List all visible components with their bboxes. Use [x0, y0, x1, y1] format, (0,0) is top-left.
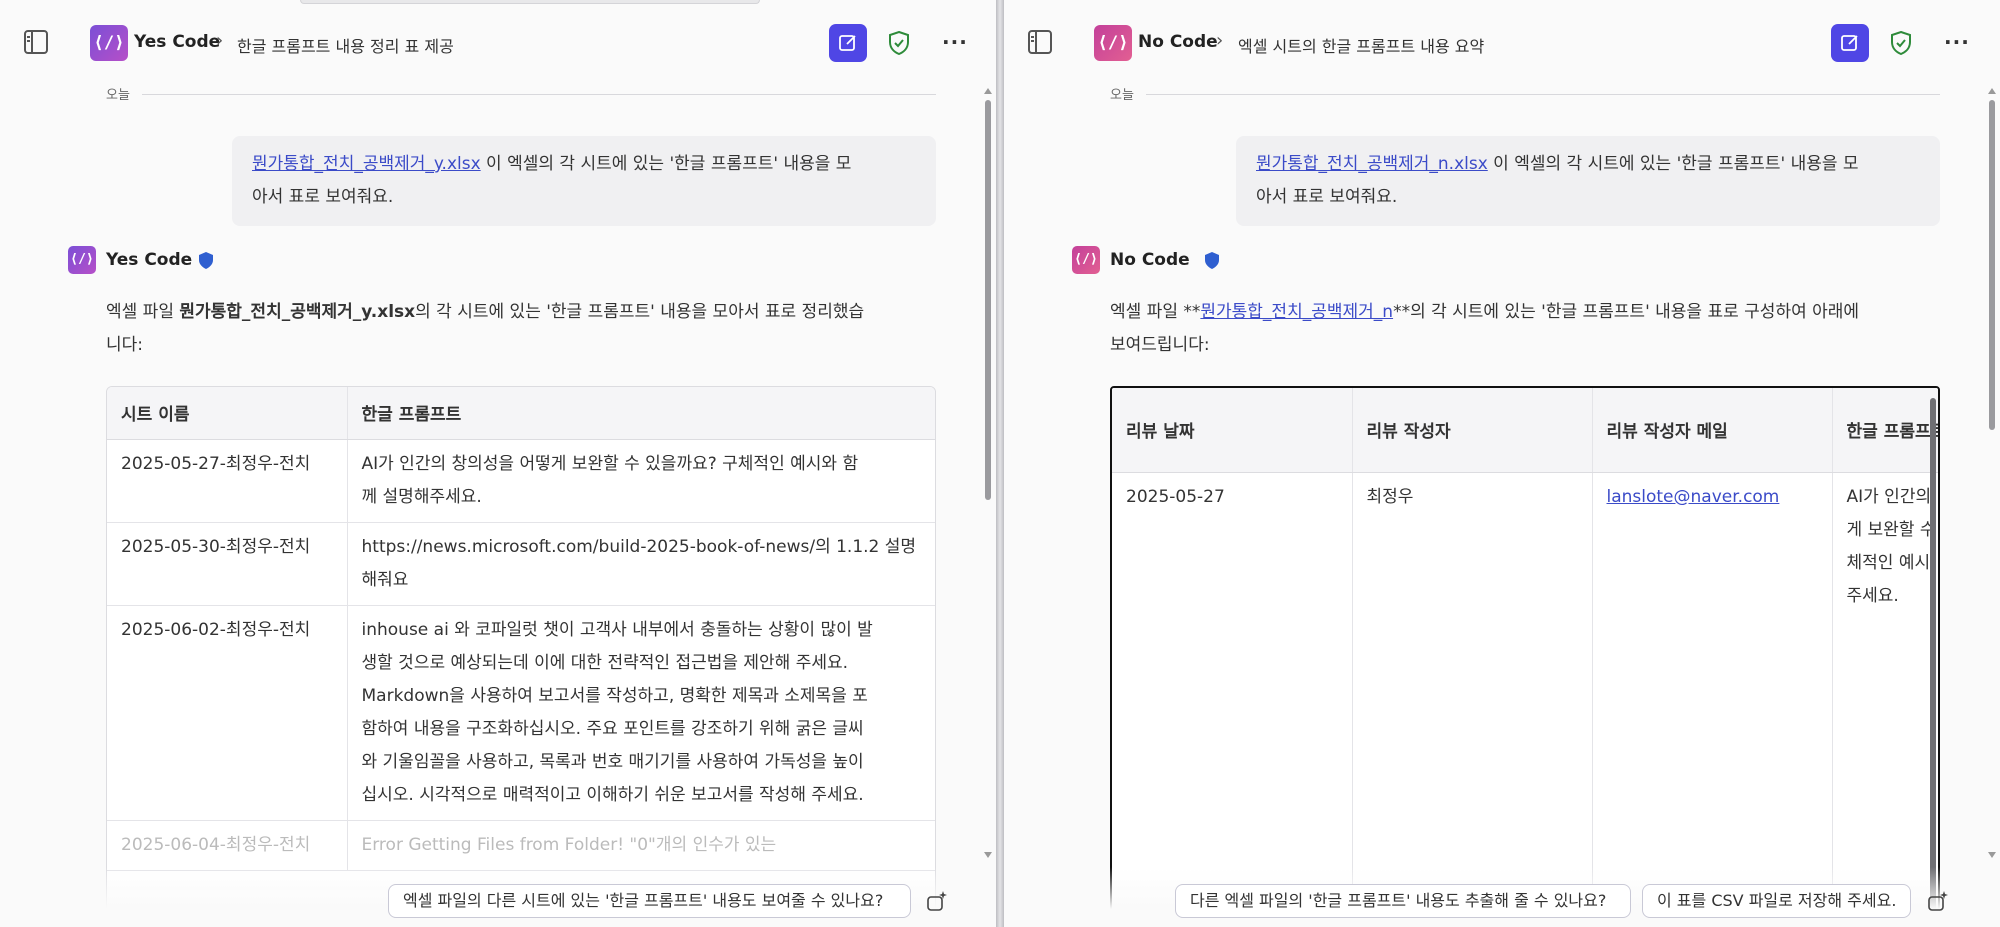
prompt-cell: AI가 인간의 게 보완할 수 체적인 예시 주세요.: [1831, 472, 1938, 927]
chevron-right-icon: ›: [1216, 30, 1224, 51]
table-row: 2025-06-02-최정우-전치 inhouse ai 와 코파일럿 챗이 고…: [107, 605, 935, 821]
column-header: 리뷰 작성자: [1351, 388, 1592, 473]
edit-icon: [839, 35, 856, 51]
scroll-down-icon[interactable]: [984, 852, 992, 858]
sparkle-icon[interactable]: [925, 889, 951, 913]
table-row: 2025-05-30-최정우-전치 https://news.microsoft…: [107, 522, 935, 606]
column-header: 리뷰 날짜: [1112, 388, 1352, 473]
scrollbar[interactable]: [984, 88, 992, 858]
edit-icon: [1841, 35, 1858, 51]
bot-reply-text: 엑셀 파일 뭔가통합_전치_공백제거_y.xlsx의 각 시트에 있는 '한글 …: [106, 302, 865, 355]
suggestion-bar: 다른 엑셀 파일의 '한글 프롬프트' 내용도 추출해 줄 수 있나요? 이 표…: [1004, 884, 2000, 918]
pane-divider[interactable]: [996, 0, 1004, 927]
column-header: 리뷰 작성자 메일: [1591, 388, 1832, 473]
new-chat-button[interactable]: [829, 24, 867, 62]
table-scrollbar[interactable]: [1930, 398, 1936, 927]
column-header: 시트 이름: [107, 387, 347, 440]
table-row: 2025-05-27-최정우-전치 AI가 인간의 창의성을 어떻게 보완할 수…: [107, 439, 935, 523]
conversation-title[interactable]: 엑셀 시트의 한글 프롬프트 내용 요약: [1238, 33, 1484, 57]
prompt-cell: inhouse ai 와 코파일럿 챗이 고객사 내부에서 충돌하는 상황이 많…: [346, 605, 935, 821]
sidebar-toggle-icon[interactable]: [1028, 30, 1052, 54]
shield-badge-icon: [198, 252, 214, 269]
no-code-avatar-icon: ⟨/⟩: [1072, 246, 1100, 274]
prompt-cell: https://news.microsoft.com/build-2025-bo…: [346, 522, 935, 606]
more-options-icon[interactable]: ···: [1944, 30, 1970, 54]
shield-check-icon[interactable]: [888, 30, 912, 57]
conversation-title[interactable]: 한글 프롬프트 내용 정리 표 제공: [237, 33, 454, 57]
chat-header: ⟨/⟩ Yes Code › 한글 프롬프트 내용 정리 표 제공 ···: [0, 0, 996, 84]
new-chat-button[interactable]: [1831, 24, 1869, 62]
scrollbar[interactable]: [1988, 88, 1996, 858]
suggestion-chip[interactable]: 다른 엑셀 파일의 '한글 프롬프트' 내용도 추출해 줄 수 있나요?: [1175, 884, 1631, 918]
scroll-thumb[interactable]: [985, 100, 991, 500]
prompt-cell: AI가 인간의 창의성을 어떻게 보완할 수 있을까요? 구체적인 예시와 함께…: [346, 439, 935, 523]
sheet-name-cell: 2025-05-27-최정우-전치: [107, 439, 347, 523]
no-code-logo-icon: ⟨/⟩: [1094, 25, 1132, 61]
prompt-cell: Error Getting Files from Folder! "0"개의 인…: [346, 820, 935, 871]
review-date-cell: 2025-05-27: [1126, 486, 1225, 507]
bot-name: Yes Code: [106, 250, 193, 270]
date-separator: 오늘: [106, 84, 936, 104]
yes-code-avatar-icon: ⟨/⟩: [68, 246, 96, 274]
sidebar-toggle-icon[interactable]: [24, 30, 48, 54]
table-row: 2025-06-04-최정우-전치 Error Getting Files fr…: [107, 820, 935, 871]
chat-header: ⟨/⟩ No Code › 엑셀 시트의 한글 프롬프트 내용 요약 ···: [1004, 0, 2000, 84]
sheet-name-cell: 2025-05-30-최정우-전치: [107, 522, 347, 606]
prompt-table: 시트 이름 한글 프롬프트 2025-05-27-최정우-전치 AI가 인간의 …: [106, 386, 936, 927]
email-link[interactable]: lanslote@naver.com: [1607, 487, 1780, 507]
sparkle-icon[interactable]: [1926, 889, 1952, 913]
agent-name[interactable]: No Code: [1138, 32, 1218, 52]
suggestion-chip[interactable]: 이 표를 CSV 파일로 저장해 주세요.: [1642, 884, 1911, 918]
shield-check-icon[interactable]: [1890, 30, 1914, 57]
table-row: 2025-05-27 최정우 lanslote@naver.com AI가 인간…: [1112, 472, 1938, 927]
bot-reply-text: 엑셀 파일 **뭔가통합_전치_공백제거_n**의 각 시트에 있는 '한글 프…: [1110, 302, 1860, 355]
chevron-right-icon: ›: [216, 30, 224, 51]
column-header: 한글 프롬프트: [1831, 388, 1938, 473]
scroll-down-icon[interactable]: [1988, 852, 1996, 858]
suggestion-chip[interactable]: 엑셀 파일의 다른 시트에 있는 '한글 프롬프트' 내용도 보여줄 수 있나요…: [388, 884, 911, 918]
file-link[interactable]: 뭔가통합_전치_공백제거_n: [1200, 302, 1393, 322]
more-options-icon[interactable]: ···: [942, 30, 968, 54]
column-header: 한글 프롬프트: [346, 387, 935, 440]
email-cell: lanslote@naver.com: [1591, 472, 1832, 927]
bot-name: No Code: [1110, 250, 1190, 270]
file-link[interactable]: 뭔가통합_전치_공백제거_y.xlsx: [252, 154, 481, 174]
user-message: 뭔가통합_전치_공백제거_n.xlsx 이 엑셀의 각 시트에 있는 '한글 프…: [1236, 136, 1940, 226]
sheet-name-cell: 2025-06-02-최정우-전치: [107, 605, 347, 821]
scroll-up-icon[interactable]: [1988, 88, 1996, 94]
agent-name[interactable]: Yes Code: [134, 32, 220, 52]
file-link[interactable]: 뭔가통합_전치_공백제거_n.xlsx: [1256, 154, 1488, 174]
suggestion-bar: 엑셀 파일의 다른 시트에 있는 '한글 프롬프트' 내용도 보여줄 수 있나요…: [0, 884, 996, 918]
author-cell: 최정우: [1351, 472, 1592, 927]
yes-code-logo-icon: ⟨/⟩: [90, 25, 128, 61]
date-separator: 오늘: [1110, 84, 1940, 104]
scroll-thumb[interactable]: [1989, 100, 1995, 430]
left-chat-pane: ⟨/⟩ Yes Code › 한글 프롬프트 내용 정리 표 제공 ··· 오늘…: [0, 0, 996, 927]
scroll-up-icon[interactable]: [984, 88, 992, 94]
shield-badge-icon: [1204, 252, 1220, 269]
right-chat-pane: ⟨/⟩ No Code › 엑셀 시트의 한글 프롬프트 내용 요약 ··· 오…: [1004, 0, 2000, 927]
review-table: 리뷰 날짜 리뷰 작성자 리뷰 작성자 메일 한글 프롬프트 2025-05-2…: [1110, 386, 1940, 927]
sheet-name-cell: 2025-06-04-최정우-전치: [107, 820, 347, 871]
user-message: 뭔가통합_전치_공백제거_y.xlsx 이 엑셀의 각 시트에 있는 '한글 프…: [232, 136, 936, 226]
